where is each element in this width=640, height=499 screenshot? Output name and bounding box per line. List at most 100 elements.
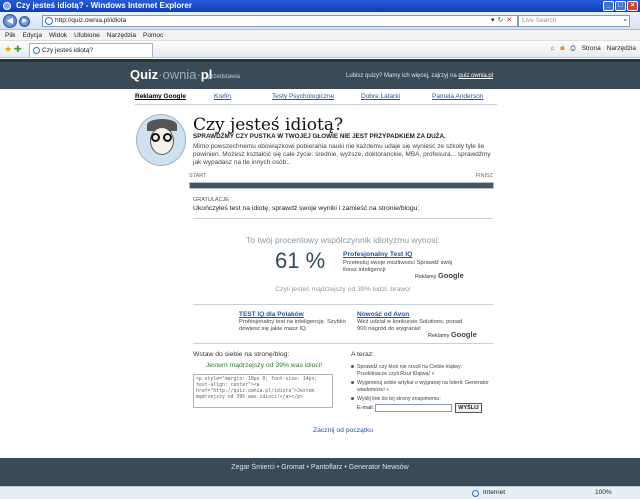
email-field[interactable]	[375, 404, 452, 412]
google-ads-badge[interactable]: Reklamy Google	[415, 271, 464, 280]
footer-link[interactable]: Pantoflarz	[311, 464, 343, 471]
ad-iq-poles-desc: Profesjonalny test na inteligencję. Szyb…	[239, 319, 346, 332]
home-icon[interactable]: ⌂	[551, 44, 555, 54]
ad-link-bar: Reklamy Google Krefin Testy Psychologicz…	[135, 93, 497, 103]
site-logo[interactable]: Quiz·ownia·pl	[130, 67, 212, 82]
menu-file[interactable]: Plik	[5, 30, 15, 40]
ad-avon-title[interactable]: Nowość od Avon	[357, 311, 409, 318]
ad-iq-poles-title[interactable]: TEST IQ dla Polaków	[239, 311, 304, 318]
security-zone: Internet	[483, 489, 506, 496]
page-content: Quiz·ownia·pl przedstawia Lubisz quizy? …	[0, 59, 640, 486]
menu-view[interactable]: Widok	[49, 30, 67, 40]
tab-label: Czy jesteś idiotą?	[42, 47, 93, 54]
search-input[interactable]: Live Search ⌕	[518, 15, 630, 27]
site-header: Quiz·ownia·pl przedstawia Lubisz quizy? …	[0, 59, 640, 89]
also-list: Sprawdź czy ktoś nie rzucił na Ciebie kl…	[351, 364, 491, 406]
forward-icon: ▶	[22, 18, 27, 24]
window-title: Czy jesteś idiotą? - Windows Internet Ex…	[16, 1, 192, 10]
progress-bar	[189, 182, 494, 189]
status-bar: Internet 100%	[0, 486, 640, 499]
header-link[interactable]: quiz.ownia.pl	[458, 73, 493, 79]
back-button[interactable]: ◀	[3, 14, 17, 28]
print-icon[interactable]: ⎙	[570, 44, 575, 54]
divider	[135, 104, 497, 105]
google-ads-badge[interactable]: Reklamy Google	[428, 330, 477, 339]
page-icon	[45, 17, 53, 25]
google-logo: Google	[437, 271, 464, 280]
minimize-button[interactable]: _	[603, 1, 614, 11]
star-icon[interactable]: ★	[4, 44, 12, 55]
tab-bar: ★ ✚ Czy jesteś idiotą? ⌂ ◙ ⎙ Strona Narz…	[0, 41, 640, 58]
search-placeholder: Live Search	[522, 17, 557, 24]
ad-link-flashlights[interactable]: Dobre Latarki	[361, 93, 400, 100]
score-value: 61 %	[275, 248, 326, 273]
footer-link[interactable]: Zegar Śmierci	[231, 464, 275, 471]
bullet-icon	[351, 397, 354, 400]
header-text: Lubisz quizy? Mamy ich więcej, zajrzyj n…	[346, 73, 457, 79]
embed-label: Wstaw do siebie na stronę/blog:	[193, 351, 290, 358]
list-item[interactable]: Sprawdź czy ktoś nie rzucił na Ciebie kl…	[351, 364, 491, 377]
ad-link-krefin[interactable]: Krefin	[214, 93, 231, 100]
also-title: A teraz:	[351, 351, 375, 358]
glasses-icon	[163, 133, 172, 142]
divider	[193, 304, 493, 305]
ads-label: Reklamy	[428, 333, 450, 339]
back-icon: ◀	[6, 16, 14, 25]
ie-icon	[33, 47, 40, 54]
quiz-title: Czy jesteś idiotą?	[193, 115, 344, 135]
quiz-subtitle: SPRAWDŹMY CZY PUSTKA W TWOJEJ GŁOWIE NIE…	[193, 133, 446, 140]
url-text: http://quiz.ownia.pl/idiota	[55, 17, 127, 24]
stop-icon[interactable]: ✕	[506, 16, 512, 24]
forward-button[interactable]: ▶	[19, 16, 30, 27]
dropdown-icon[interactable]: ▾	[491, 16, 495, 24]
email-label: E-mail:	[357, 405, 375, 411]
footer-link[interactable]: Gromat	[281, 464, 304, 471]
progress-finish: FINISZ	[475, 173, 493, 179]
glasses-icon	[151, 133, 160, 142]
url-input[interactable]: http://quiz.ownia.pl/idiota	[42, 15, 518, 27]
maximize-button[interactable]: □	[615, 1, 626, 11]
google-ads-label[interactable]: Reklamy Google	[135, 93, 186, 100]
ad-link-tests[interactable]: Testy Psychologiczne	[272, 93, 334, 100]
ads-label: Reklamy	[415, 274, 437, 280]
google-logo: Google	[450, 330, 477, 339]
menu-favorites[interactable]: Ulubione	[74, 30, 100, 40]
address-bar: ◀ ▶ http://quiz.ownia.pl/idiota ▾ ↻ ✕ Li…	[0, 12, 640, 30]
tools-menu[interactable]: Narzędzia	[607, 44, 636, 54]
list-item-text: Wygeneruj sobie artykuł o wygranej na lo…	[357, 380, 489, 393]
list-item[interactable]: Wygeneruj sobie artykuł o wygranej na lo…	[351, 380, 491, 393]
menu-bar: Plik Edycja Widok Ulubione Narzędzia Pom…	[0, 30, 640, 41]
bullet-icon	[351, 381, 354, 384]
list-item-text: Sprawdź czy ktoś nie rzucił na Ciebie kl…	[357, 364, 463, 377]
footer-link[interactable]: Generator Newsów	[349, 464, 409, 471]
smarter-text: Czyli jesteś mądrzejszy od 39% ludzi, br…	[275, 286, 411, 293]
restart-link[interactable]: Zacznij od początku	[193, 427, 493, 434]
send-button[interactable]: WYŚLIJ	[455, 403, 482, 413]
add-favorite-icon[interactable]: ✚	[14, 44, 22, 55]
menu-tools[interactable]: Narzędzia	[107, 30, 136, 40]
ad-link-pamela[interactable]: Pamela Anderson	[432, 93, 483, 100]
quiz-description: Mimo powszechnemu obowiązkowi pobierania…	[193, 143, 491, 166]
zoom-level[interactable]: 100%	[595, 487, 612, 499]
feed-icon[interactable]: ◙	[560, 44, 564, 54]
presents-label: przedstawia	[208, 74, 241, 80]
tab-current[interactable]: Czy jesteś idiotą?	[29, 43, 153, 57]
logo-part: Quiz	[130, 67, 159, 82]
list-item: Wyślij link do tej strony znajomemu:	[351, 396, 491, 403]
embed-preview[interactable]: Jestem mądrzejszy od 39% was idioci!	[193, 362, 335, 369]
page-menu[interactable]: Strona	[582, 44, 601, 54]
header-message: Lubisz quizy? Mamy ich więcej, zajrzyj n…	[346, 73, 493, 79]
ad-pro-iq-title[interactable]: Profesjonalny Test IQ	[343, 251, 412, 258]
menu-help[interactable]: Pomoc	[143, 30, 163, 40]
congrats-label: GRATULACJE	[193, 197, 229, 203]
close-button[interactable]: ×	[627, 1, 638, 11]
embed-code-textarea[interactable]: <p style="margin: 10px 0; font-size: 14p…	[193, 374, 333, 408]
menu-edit[interactable]: Edycja	[22, 30, 42, 40]
ie-icon	[3, 2, 11, 10]
congrats-text: Ukończyłeś test na idiotę, sprawdź swoje…	[193, 205, 420, 212]
search-icon[interactable]: ⌕	[623, 16, 627, 26]
refresh-icon[interactable]: ↻	[498, 16, 504, 24]
site-footer: Zegar Śmierci • Gromat • Pantoflarz • Ge…	[0, 458, 640, 486]
footer-links: Zegar Śmierci • Gromat • Pantoflarz • Ge…	[0, 464, 640, 471]
divider	[193, 218, 493, 219]
